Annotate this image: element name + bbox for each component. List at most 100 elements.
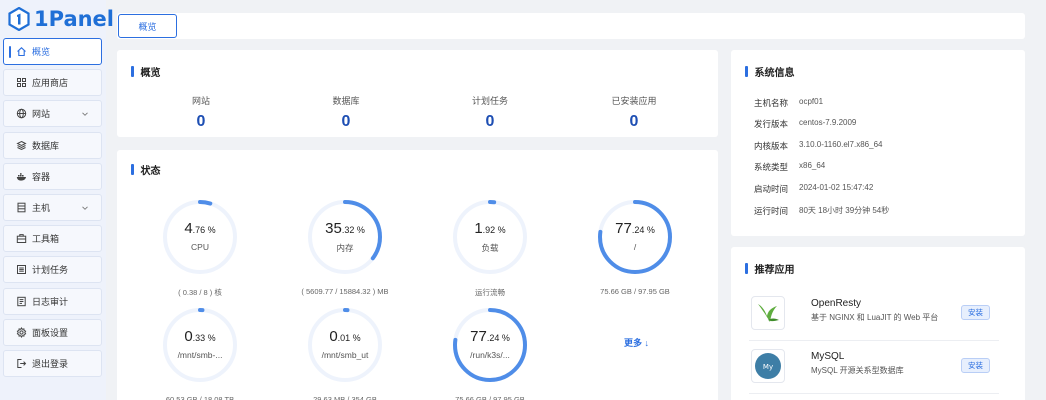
- gauge-value: 35.32 %: [290, 220, 400, 238]
- info-row-arch: 系统类型 x86_64: [754, 161, 825, 173]
- app-logo[interactable]: 1Panel: [8, 4, 114, 34]
- system-info-title: 系统信息: [745, 64, 795, 79]
- brand-name: 1Panel: [34, 7, 115, 31]
- info-key: 系统类型: [754, 162, 789, 172]
- gauge-value-dec: .24 %: [631, 225, 655, 235]
- gauge-value: 77.24 %: [435, 328, 545, 346]
- sidebar-item-overview[interactable]: 概览: [3, 38, 102, 65]
- overview-installed-apps[interactable]: 已安装应用 0: [584, 94, 684, 131]
- server-icon: [16, 202, 27, 213]
- app-row-openresty: OpenResty 基于 NGINX 和 LuaJIT 的 Web 平台 安装: [749, 296, 999, 338]
- info-row-uptime: 运行时间 80天 18小时 39分钟 54秒: [754, 205, 889, 217]
- gauge-value-int: 35: [325, 220, 342, 237]
- overview-value: 0: [196, 113, 206, 130]
- status-gauge: 0.33 % /mnt/smb-...: [145, 303, 255, 387]
- gauge-detail: ( 5609.77 / 15884.32 ) MB: [301, 287, 389, 296]
- gauge-value-dec: .32 %: [341, 225, 365, 235]
- divider: [749, 340, 999, 341]
- sidebar-item-label: 主机: [32, 202, 51, 213]
- gauge-value-dec: .24 %: [486, 333, 510, 343]
- status-gauge: 4.76 % CPU: [145, 195, 255, 279]
- sidebar-item-panel-settings[interactable]: 面板设置: [3, 318, 102, 346]
- status-gauge: 0.01 % /mnt/smb_ut: [290, 303, 400, 387]
- overview-label: 计划任务: [471, 96, 508, 106]
- globe-icon: [16, 108, 27, 119]
- database-icon: [16, 140, 27, 151]
- gauge-value-int: 77: [470, 328, 487, 345]
- info-row-hostname: 主机名称 ocpf01: [754, 97, 823, 109]
- sidebar-item-label: 日志审计: [32, 296, 69, 307]
- app-description: 基于 NGINX 和 LuaJIT 的 Web 平台: [811, 313, 939, 322]
- gauge-value-dec: .92 %: [482, 225, 506, 235]
- app-name: MySQL: [811, 351, 845, 362]
- sidebar-item-label: 网站: [32, 109, 51, 120]
- recommended-apps-card: 推荐应用 OpenResty 基于 NGINX 和 LuaJIT 的 Web 平…: [731, 247, 1025, 400]
- divider: [749, 393, 999, 394]
- list-icon: [16, 264, 27, 275]
- info-value: ocpf01: [799, 97, 824, 106]
- gauge-value-dec: .76 %: [192, 225, 216, 235]
- toolbox-icon: [16, 233, 27, 244]
- install-button[interactable]: 安装: [961, 358, 990, 373]
- info-key: 内核版本: [754, 141, 789, 151]
- svg-text:My: My: [763, 363, 773, 371]
- sidebar-item-host[interactable]: 主机: [3, 193, 102, 221]
- app-description: MySQL 开源关系型数据库: [811, 366, 904, 375]
- info-key: 发行版本: [754, 119, 789, 129]
- gear-icon: [16, 326, 27, 338]
- sidebar-item-app-store[interactable]: 应用商店: [3, 69, 102, 97]
- sidebar-item-cron-tasks[interactable]: 计划任务: [3, 256, 102, 284]
- sidebar-item-containers[interactable]: 容器: [3, 162, 102, 190]
- docker-icon: [16, 171, 27, 182]
- overview-label: 已安装应用: [611, 96, 657, 106]
- gauge-name: /mnt/smb-...: [177, 350, 223, 360]
- gauge-value: 77.24 %: [580, 220, 690, 238]
- arrow-down-icon: ↓: [644, 338, 650, 348]
- status-gauge: 1.92 % 负载: [435, 195, 545, 279]
- overview-value: 0: [341, 113, 351, 130]
- gauge-name: /: [633, 242, 637, 252]
- status-title: 状态: [131, 162, 161, 177]
- gauge-detail: 29.63 MB / 354 GB: [313, 395, 377, 400]
- info-value: x86_64: [799, 161, 826, 170]
- sidebar-item-log-audit[interactable]: 日志审计: [3, 287, 102, 315]
- overview-databases[interactable]: 数据库 0: [296, 94, 396, 131]
- info-value: 2024-01-02 15:47:42: [799, 183, 874, 192]
- sidebar-item-label: 面板设置: [32, 327, 69, 338]
- info-value: 80天 18小时 39分钟 54秒: [799, 206, 890, 215]
- sidebar-item-logout[interactable]: 退出登录: [3, 349, 102, 377]
- info-value: 3.10.0-1160.el7.x86_64: [799, 140, 883, 149]
- info-row-release: 发行版本 centos-7.9.2009: [754, 118, 856, 130]
- log-icon: [16, 296, 27, 307]
- sidebar-item-databases[interactable]: 数据库: [3, 131, 102, 159]
- gauge-detail: 75.66 GB / 97.95 GB: [455, 395, 525, 400]
- gauge-value-int: 4: [184, 220, 193, 237]
- gauge-name: 负载: [481, 243, 499, 253]
- top-tab-bar: 概览: [117, 13, 1025, 39]
- sidebar-item-toolbox[interactable]: 工具箱: [3, 225, 102, 253]
- overview-value: 0: [629, 113, 639, 130]
- scrollbar[interactable]: [1038, 0, 1046, 400]
- gauge-detail: 60.53 GB / 18.08 TB: [165, 395, 235, 400]
- overview-value: 0: [485, 113, 495, 130]
- gauge-value-int: 0: [329, 328, 338, 345]
- grid-icon: [16, 77, 27, 88]
- gauge-value-dec: .01 %: [337, 333, 361, 343]
- sidebar-item-label: 工具箱: [32, 234, 60, 245]
- sidebar-nav: 概览 应用商店 网站 数据库 容器 主机 工具箱 计划任务 日志审计 面板设置 …: [3, 38, 102, 381]
- system-info-card: 系统信息 主机名称 ocpf01 发行版本 centos-7.9.2009 内核…: [731, 50, 1025, 236]
- gauge-value-int: 77: [615, 220, 632, 237]
- tab-overview[interactable]: 概览: [118, 14, 177, 38]
- logo-icon: [8, 7, 30, 31]
- sidebar-item-label: 概览: [32, 47, 51, 57]
- overview-cron-tasks[interactable]: 计划任务 0: [440, 94, 540, 131]
- sidebar-item-websites[interactable]: 网站: [3, 100, 102, 128]
- app-name: OpenResty: [811, 298, 862, 309]
- install-button[interactable]: 安装: [961, 305, 990, 320]
- overview-card: 概览 网站 0 数据库 0 计划任务 0 已安装应用 0: [117, 50, 718, 137]
- overview-websites[interactable]: 网站 0: [151, 94, 251, 131]
- more-link[interactable]: 更多 ↓: [624, 336, 649, 349]
- status-card: 状态 4.76 % CPU ( 0.38 / 8 ) 核 35.32 % 内存 ( 560…: [117, 150, 718, 400]
- chevron-down-icon: [82, 206, 88, 210]
- info-value: centos-7.9.2009: [799, 118, 857, 127]
